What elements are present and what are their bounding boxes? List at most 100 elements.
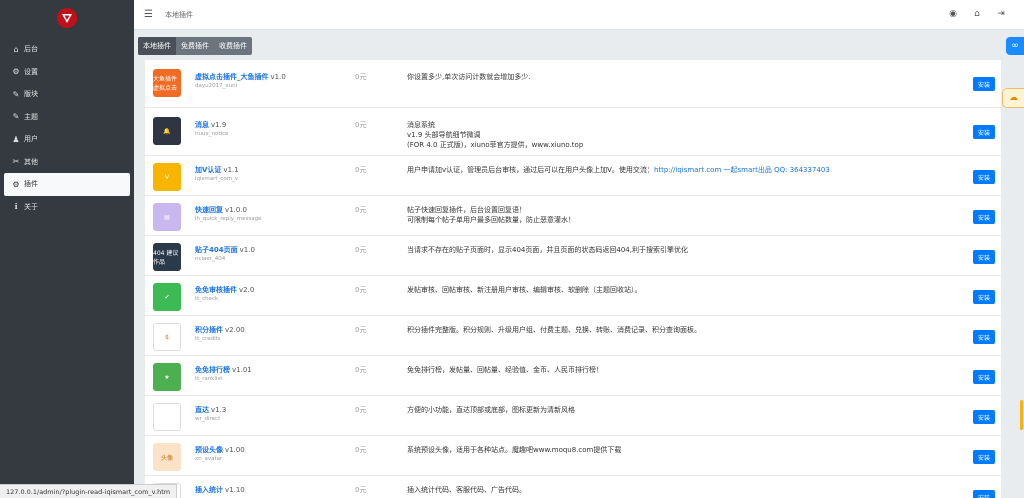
plugin-row: ★ 免免排行榜 v1.01 tt_ranklist 0元 免免排行榜，发帖量、回帖量、经验… bbox=[145, 356, 1001, 396]
install-button[interactable]: 安装 bbox=[973, 410, 995, 424]
scrollbar-thumb[interactable] bbox=[1020, 400, 1023, 430]
plugin-title: 直达 v1.3 bbox=[195, 405, 226, 415]
sidebar-item-label: 后台 bbox=[24, 45, 38, 54]
tab-paid-plugins[interactable]: 收费插件 bbox=[214, 37, 252, 55]
install-button[interactable]: 安装 bbox=[973, 490, 995, 498]
sidebar-item-other[interactable]: ✂ 其他 bbox=[0, 151, 134, 174]
plugin-price: 0元 bbox=[355, 446, 367, 454]
plugin-title: 预设头像 v1.00 bbox=[195, 445, 245, 455]
plugin-description-text: 积分插件完整版。积分规则、升级用户组、付费主题、兑换、转账、消费记录、积分查询面… bbox=[407, 326, 701, 334]
install-button[interactable]: 安装 bbox=[973, 77, 995, 91]
plugin-description: 消息系统 v1.9 头部导航细节微调 (FOR 4.0 正式版)，xiuno菲官方提… bbox=[407, 120, 967, 150]
plugin-id: tt_check bbox=[195, 296, 219, 302]
plugin-description-text: 方便的小功能，直达顶部或底部，图标更新为清新风格 bbox=[407, 406, 575, 414]
plugin-title: 插入统计 v1.10 bbox=[195, 485, 245, 495]
plugin-row: ▤ 快速回复 v1.0.0 lh_quick_reply_message 0元 帖子快速回… bbox=[145, 196, 1001, 236]
plugin-version: v1.1 bbox=[223, 166, 239, 174]
plugin-description-line: 积分插件完整版。积分规则、升级用户组、付费主题、兑换、转账、消费记录、积分查询面… bbox=[407, 325, 967, 335]
plugin-thumbnail: ▤ bbox=[153, 203, 181, 231]
plugin-description-line: 可限制每个帖子单用户最多回帖数量，防止恶意灌水！ bbox=[407, 215, 967, 225]
plugin-description: 帖子快速回复插件，后台设置回复语！ 可限制每个帖子单用户最多回帖数量，防止恶意灌水… bbox=[407, 205, 967, 225]
plugin-description-text: (FOR 4.0 正式版)，xiuno菲官方提供，www.xiuno.top bbox=[407, 141, 584, 149]
plugin-thumbnail: ★ bbox=[153, 363, 181, 391]
plugin-description-line: 发帖审核、回帖审核、新注册用户审核、编辑审核、软删除（主题回收站）。 bbox=[407, 285, 967, 295]
plugin-thumbnail: 404 建议作品 bbox=[153, 243, 181, 271]
plugin-price: 0元 bbox=[355, 166, 367, 174]
plugin-support-link[interactable]: http://iqismart.com 一起smart出品 QQ: 364337… bbox=[654, 166, 830, 174]
menu-toggle-icon[interactable]: ☰ bbox=[144, 9, 153, 20]
scrollbar[interactable] bbox=[1019, 108, 1024, 498]
sidebar-item-about[interactable]: ℹ 关于 bbox=[0, 196, 134, 219]
plugin-thumbnail: V bbox=[153, 163, 181, 191]
install-button[interactable]: 安装 bbox=[973, 250, 995, 264]
sidebar-item-label: 其他 bbox=[24, 157, 38, 166]
plugin-description-line: 方便的小功能，直达顶部或底部，图标更新为清新风格 bbox=[407, 405, 967, 415]
cloud-sync-icon[interactable]: ∞ bbox=[1006, 37, 1024, 55]
plugin-description-line: v1.9 头部导航细节微调 bbox=[407, 130, 967, 140]
plugin-name-link[interactable]: 虚拟点击插件_大鱼插件 bbox=[195, 73, 269, 81]
sidebar-item-plugins[interactable]: ⚙ 插件 bbox=[4, 173, 130, 196]
plugin-price: 0元 bbox=[355, 206, 367, 214]
install-button[interactable]: 安装 bbox=[973, 170, 995, 184]
plugin-name-link[interactable]: 积分插件 bbox=[195, 326, 223, 334]
install-button[interactable]: 安装 bbox=[973, 125, 995, 139]
plugin-thumbnail: ✔ bbox=[153, 283, 181, 311]
install-button[interactable]: 安装 bbox=[973, 370, 995, 384]
sidebar-item-label: 主题 bbox=[24, 112, 38, 121]
top-icons: ◉ ⌂ ⇥ bbox=[948, 9, 1006, 19]
plugin-tabs: 本地插件 免费插件 收费插件 bbox=[138, 37, 252, 55]
logo[interactable] bbox=[0, 0, 134, 36]
plugin-name-link[interactable]: 消息 bbox=[195, 121, 209, 129]
logout-icon[interactable]: ⇥ bbox=[996, 9, 1006, 19]
plugin-description-text: 你设置多少,单次访问计数就会增加多少. bbox=[407, 73, 531, 81]
plugin-version: v1.10 bbox=[225, 486, 245, 494]
plugin-title: 免免审核插件 v2.0 bbox=[195, 285, 254, 295]
sidebar-item-dashboard[interactable]: ⌂ 后台 bbox=[0, 38, 134, 61]
plugin-id: wr_direct bbox=[195, 416, 221, 422]
plugin-name-link[interactable]: 直达 bbox=[195, 406, 209, 414]
plugin-thumbnail bbox=[153, 403, 181, 431]
install-button[interactable]: 安装 bbox=[973, 290, 995, 304]
plugin-description: 当请求不存在的贴子页面时，显示404页面，并且页面的状态码返回404,利于搜索引… bbox=[407, 245, 967, 255]
plugin-title: 贴子404页面 v1.0 bbox=[195, 245, 255, 255]
cloud-widget-icon[interactable]: ☁ bbox=[1002, 88, 1024, 108]
plugin-description-line: 消息系统 bbox=[407, 120, 967, 130]
plugin-price: 0元 bbox=[355, 246, 367, 254]
plugin-title: 虚拟点击插件_大鱼插件 v1.0 bbox=[195, 72, 286, 82]
plugin-version: v1.0 bbox=[239, 246, 255, 254]
plugin-name-link[interactable]: 免免审核插件 bbox=[195, 286, 237, 294]
tab-free-plugins[interactable]: 免费插件 bbox=[176, 37, 214, 55]
github-icon[interactable]: ◉ bbox=[948, 9, 958, 19]
plugin-name-link[interactable]: 快速回复 bbox=[195, 206, 223, 214]
comment-icon: ✎ bbox=[12, 89, 20, 99]
plugin-price: 0元 bbox=[355, 326, 367, 334]
sidebar-item-users[interactable]: ♟ 用户 bbox=[0, 128, 134, 151]
install-button[interactable]: 安装 bbox=[973, 210, 995, 224]
plugin-version: v1.00 bbox=[225, 446, 245, 454]
plugin-version: v2.00 bbox=[225, 326, 245, 334]
sidebar-item-label: 插件 bbox=[24, 180, 38, 189]
plugin-version: v2.0 bbox=[239, 286, 255, 294]
logo-icon bbox=[57, 8, 77, 28]
plugin-name-link[interactable]: 贴子404页面 bbox=[195, 246, 238, 254]
plugin-name-link[interactable]: 预设头像 bbox=[195, 446, 223, 454]
plugin-price: 0元 bbox=[355, 286, 367, 294]
plugin-name-link[interactable]: 加V认证 bbox=[195, 166, 221, 174]
sidebar-item-forums[interactable]: ✎ 版块 bbox=[0, 83, 134, 106]
plugin-price: 0元 bbox=[355, 406, 367, 414]
plugin-thumbnail: 大鱼插件 虚拟点击 bbox=[153, 69, 181, 97]
install-button[interactable]: 安装 bbox=[973, 330, 995, 344]
plugin-name-link[interactable]: 免免排行榜 bbox=[195, 366, 230, 374]
plugin-row: 大鱼插件 虚拟点击 虚拟点击插件_大鱼插件 v1.0 dayu2017_xuni 0元你… bbox=[145, 60, 1001, 108]
plugin-description: 用户申请加v认证，管理员后台审核，通过后可以在用户头像上加V。使用交流：http… bbox=[407, 165, 967, 175]
sidebar-item-threads[interactable]: ✎ 主题 bbox=[0, 106, 134, 129]
plugin-description-text: 帖子快速回复插件，后台设置回复语！ bbox=[407, 206, 526, 214]
plugin-name-link[interactable]: 插入统计 bbox=[195, 486, 223, 494]
sidebar-item-settings[interactable]: ⚙ 设置 bbox=[0, 61, 134, 84]
install-button[interactable]: 安装 bbox=[973, 450, 995, 464]
home-icon: ⌂ bbox=[13, 44, 19, 54]
topbar: ☰ 本地插件 ◉ ⌂ ⇥ bbox=[134, 0, 1024, 30]
home-icon[interactable]: ⌂ bbox=[972, 9, 982, 19]
tab-local-plugins[interactable]: 本地插件 bbox=[138, 37, 176, 55]
plugin-price: 0元 bbox=[355, 486, 367, 494]
